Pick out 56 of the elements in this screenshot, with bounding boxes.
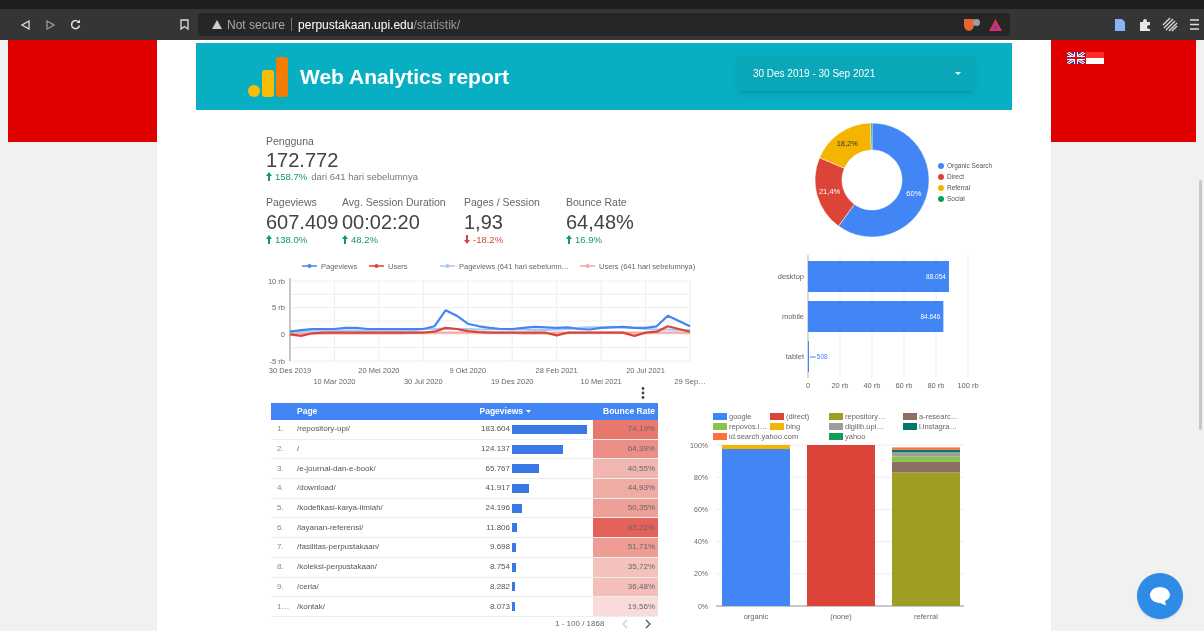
metric-value: 1,93: [464, 211, 504, 232]
table-cell-text: /koleksi-perpustakaan/: [297, 561, 379, 574]
table-cell-text: /e-journal-dan-e-book/: [297, 462, 377, 475]
heatmap-cell: 51,71%: [593, 538, 658, 557]
metric-value: 607.409: [266, 211, 339, 232]
heatmap-cell: 40,55%: [593, 459, 658, 479]
row-index: 7.: [276, 541, 285, 554]
delta-value: 16.9%: [575, 234, 602, 244]
delta-value: 158.7%: [275, 171, 308, 181]
metric-value: 64,48%: [566, 211, 634, 232]
row-index: 5.: [276, 502, 285, 515]
table-cell-text: /layanan-referensi/: [297, 521, 365, 534]
heatmap-cell: 19,56%: [593, 597, 658, 616]
row-index: 2.: [276, 443, 285, 456]
table-cell-text: 183.604: [480, 423, 511, 436]
table-cell-text: /fasilitas-perpustakaan/: [297, 541, 381, 554]
table-cell-text: /: [297, 443, 301, 456]
table-cell-text: /download/: [297, 482, 337, 495]
table-cell-text: /ceria/: [297, 580, 320, 593]
pagination-text: 1 - 100 / 1868: [555, 618, 605, 630]
row-index: 1.: [276, 423, 285, 436]
row-index: 8.: [276, 561, 285, 574]
comparison-note: dari 641 hari sebelumnya: [311, 171, 418, 181]
row-index: 1…: [276, 600, 291, 613]
table-cell-text: 41.917: [484, 482, 511, 495]
table-cell-text: 24.196: [484, 502, 511, 515]
table-cell-text: 8.073: [488, 600, 511, 613]
metric-label: Bounce Rate: [566, 197, 628, 208]
table-cell-text: 8.282: [488, 580, 511, 593]
table-cell-text: 11.806: [485, 521, 511, 534]
delta-value: 138.0%: [275, 234, 308, 244]
metric-label: Avg. Session Duration: [342, 197, 446, 208]
row-index: 9.: [276, 580, 285, 593]
metric-value: 172.772: [266, 149, 340, 170]
row-index: 3.: [276, 462, 285, 475]
metric-value: 00:02:20: [342, 211, 421, 232]
metric-label: Pageviews: [266, 197, 318, 208]
report-title: Web Analytics report: [300, 63, 509, 90]
heatmap-cell: 44,93%: [593, 479, 658, 498]
row-index: 6.: [276, 521, 285, 534]
url-text: perpustakaan.upi.edu/statistik/: [298, 18, 461, 31]
heatmap-cell: 83,22%: [593, 518, 658, 538]
table-cell-text: /kontak/: [297, 600, 326, 613]
table-cell-text: /repository-upi/: [297, 423, 351, 436]
table-cell-text: 9.698: [488, 541, 511, 554]
metric-label: Pages / Session: [464, 197, 540, 208]
heatmap-cell: 74,19%: [593, 420, 658, 439]
table-cell-text: 8.754: [488, 561, 511, 574]
table-cell-text: /kodefikasi-karya-ilmiah/: [297, 502, 384, 515]
row-index: 4.: [276, 482, 285, 495]
table-cell-text: 124.137: [480, 443, 511, 456]
table-cell-text: 65.767: [484, 462, 511, 475]
delta-value: 48.2%: [351, 234, 378, 244]
delta-value: -18.2%: [473, 234, 504, 244]
metric-label: Pengguna: [266, 136, 315, 147]
security-label: Not secure: [227, 18, 286, 31]
